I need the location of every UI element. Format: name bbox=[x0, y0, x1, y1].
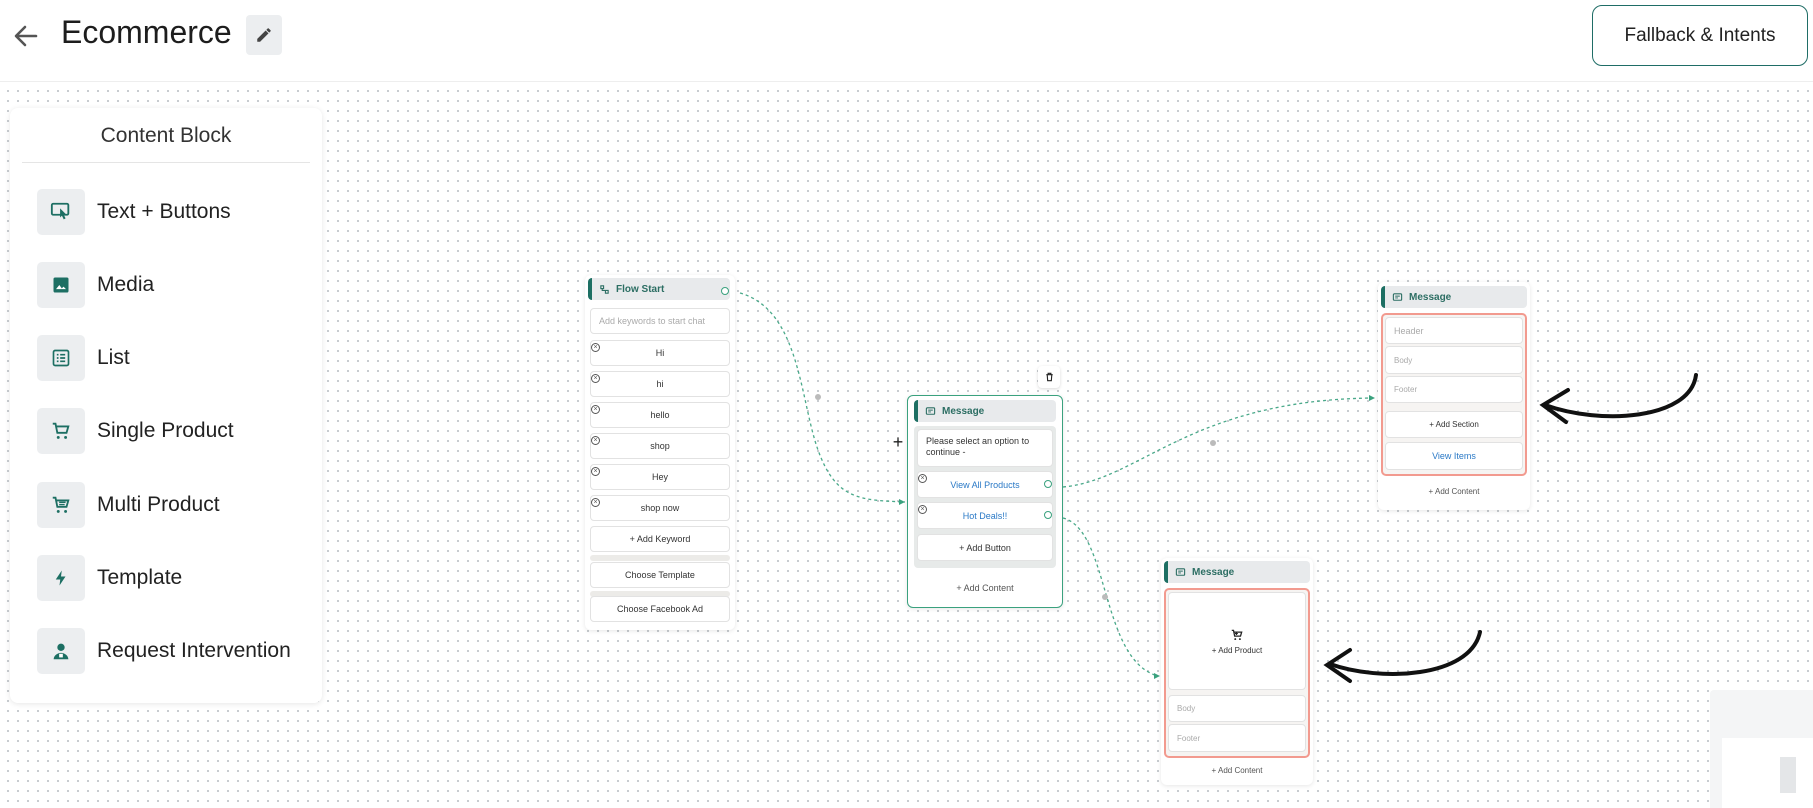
keyword-chip[interactable]: shop bbox=[590, 433, 730, 459]
palette-item-label: Single Product bbox=[97, 419, 234, 442]
flow-start-node[interactable]: Flow Start Add keywords to start chat Hi… bbox=[585, 275, 735, 630]
message-header: Message bbox=[914, 400, 1056, 422]
add-button[interactable]: + Add Button bbox=[917, 534, 1053, 561]
add-content-button[interactable]: + Add Content bbox=[1161, 766, 1313, 775]
message-buttons-node[interactable]: Message Please select an option to conti… bbox=[907, 395, 1063, 608]
message-icon bbox=[925, 406, 936, 417]
remove-keyword-icon[interactable]: × bbox=[591, 467, 600, 476]
add-section-button[interactable]: + Add Section bbox=[1385, 411, 1523, 438]
message-text[interactable]: Please select an option to continue - bbox=[917, 429, 1053, 467]
add-product-area[interactable]: + Add Product bbox=[1168, 592, 1306, 690]
product-footer-input[interactable]: Footer bbox=[1168, 724, 1306, 752]
keyword-chip[interactable]: hi bbox=[590, 371, 730, 397]
add-node-plus-icon[interactable]: + bbox=[888, 433, 908, 453]
message-header: Message bbox=[1381, 286, 1527, 308]
back-arrow-icon[interactable] bbox=[10, 20, 42, 52]
divider bbox=[590, 555, 730, 561]
minimap[interactable] bbox=[1710, 690, 1813, 808]
trash-icon bbox=[1045, 372, 1053, 382]
list-icon bbox=[37, 335, 85, 381]
remove-keyword-icon[interactable]: × bbox=[591, 498, 600, 507]
touch-screen-icon bbox=[37, 189, 85, 235]
message-title: Message bbox=[942, 405, 985, 417]
palette-item-label: Multi Product bbox=[97, 493, 220, 516]
edit-title-button[interactable] bbox=[246, 15, 282, 55]
keyword-chip[interactable]: hello bbox=[590, 402, 730, 428]
palette-item-text-buttons[interactable]: Text + Buttons bbox=[37, 188, 317, 236]
remove-button-icon[interactable]: × bbox=[918, 474, 927, 483]
product-body-input[interactable]: Body bbox=[1168, 695, 1306, 722]
top-bar: Ecommerce Fallback & Intents bbox=[0, 0, 1813, 82]
add-product-label: + Add Product bbox=[1211, 645, 1263, 655]
palette-title: Content Block bbox=[100, 124, 232, 147]
palette-item-label: Template bbox=[97, 566, 183, 589]
palette-item-single-product[interactable]: Single Product bbox=[37, 407, 317, 455]
delete-node-button[interactable] bbox=[1038, 366, 1060, 388]
multi-cart-icon bbox=[37, 482, 85, 528]
message-list-node[interactable]: Message Header Body Footer + Add Section… bbox=[1378, 282, 1530, 510]
pencil-icon bbox=[257, 28, 271, 42]
button-output-port[interactable] bbox=[1044, 511, 1052, 519]
palette-item-label: Request Intervention bbox=[97, 639, 291, 662]
message-product-node[interactable]: Message + Add Product Body Footer + Add … bbox=[1161, 558, 1313, 785]
button-output-port[interactable] bbox=[1044, 480, 1052, 488]
remove-keyword-icon[interactable]: × bbox=[591, 343, 600, 352]
palette-divider bbox=[22, 162, 310, 163]
palette-item-label: Text + Buttons bbox=[97, 200, 231, 223]
image-icon bbox=[37, 262, 85, 308]
message-button[interactable]: Hot Deals!! bbox=[917, 502, 1053, 529]
minimap-viewport bbox=[1722, 738, 1813, 808]
minimap-node bbox=[1780, 757, 1796, 793]
keyword-chip[interactable]: Hey bbox=[590, 464, 730, 490]
palette-item-label: Media bbox=[97, 273, 155, 296]
remove-keyword-icon[interactable]: × bbox=[591, 405, 600, 414]
add-keyword-button[interactable]: + Add Keyword bbox=[590, 526, 730, 552]
flow-start-header: Flow Start bbox=[588, 278, 730, 300]
message-header: Message bbox=[1164, 561, 1310, 583]
list-footer-input[interactable]: Footer bbox=[1385, 376, 1523, 403]
page-title: Ecommerce bbox=[61, 14, 232, 50]
flow-start-output-port[interactable] bbox=[721, 287, 729, 295]
fallback-intents-button[interactable]: Fallback & Intents bbox=[1592, 5, 1808, 66]
palette-item-request-intervention[interactable]: Request Intervention bbox=[37, 627, 317, 675]
message-icon bbox=[1392, 292, 1403, 303]
choose-facebook-ad-button[interactable]: Choose Facebook Ad bbox=[590, 596, 730, 622]
message-button[interactable]: View All Products bbox=[917, 471, 1053, 498]
add-content-button[interactable]: + Add Content bbox=[1378, 487, 1530, 496]
palette-item-template[interactable]: Template bbox=[37, 554, 317, 602]
view-items-button[interactable]: View Items bbox=[1385, 442, 1523, 470]
flow-start-title: Flow Start bbox=[616, 283, 665, 295]
keyword-chip[interactable]: Hi bbox=[590, 340, 730, 366]
remove-keyword-icon[interactable]: × bbox=[591, 374, 600, 383]
content-block-palette: Content Block Text + Buttons Media List … bbox=[10, 108, 322, 703]
message-title: Message bbox=[1409, 291, 1452, 303]
palette-item-label: List bbox=[97, 346, 130, 369]
palette-item-multi-product[interactable]: Multi Product bbox=[37, 481, 317, 529]
flow-icon bbox=[599, 284, 610, 295]
message-title: Message bbox=[1192, 566, 1235, 578]
remove-keyword-icon[interactable]: × bbox=[591, 436, 600, 445]
message-icon bbox=[1175, 567, 1186, 578]
agent-icon bbox=[37, 628, 85, 674]
cart-icon bbox=[1231, 629, 1243, 640]
keyword-input[interactable]: Add keywords to start chat bbox=[590, 308, 730, 334]
bolt-icon bbox=[37, 555, 85, 601]
remove-button-icon[interactable]: × bbox=[918, 505, 927, 514]
palette-item-media[interactable]: Media bbox=[37, 261, 317, 309]
list-header-input[interactable]: Header bbox=[1385, 317, 1523, 344]
add-content-button[interactable]: + Add Content bbox=[908, 583, 1062, 593]
cart-icon bbox=[37, 408, 85, 454]
palette-item-list[interactable]: List bbox=[37, 334, 317, 382]
choose-template-button[interactable]: Choose Template bbox=[590, 562, 730, 588]
list-body-input[interactable]: Body bbox=[1385, 346, 1523, 374]
keyword-chip[interactable]: shop now bbox=[590, 495, 730, 521]
